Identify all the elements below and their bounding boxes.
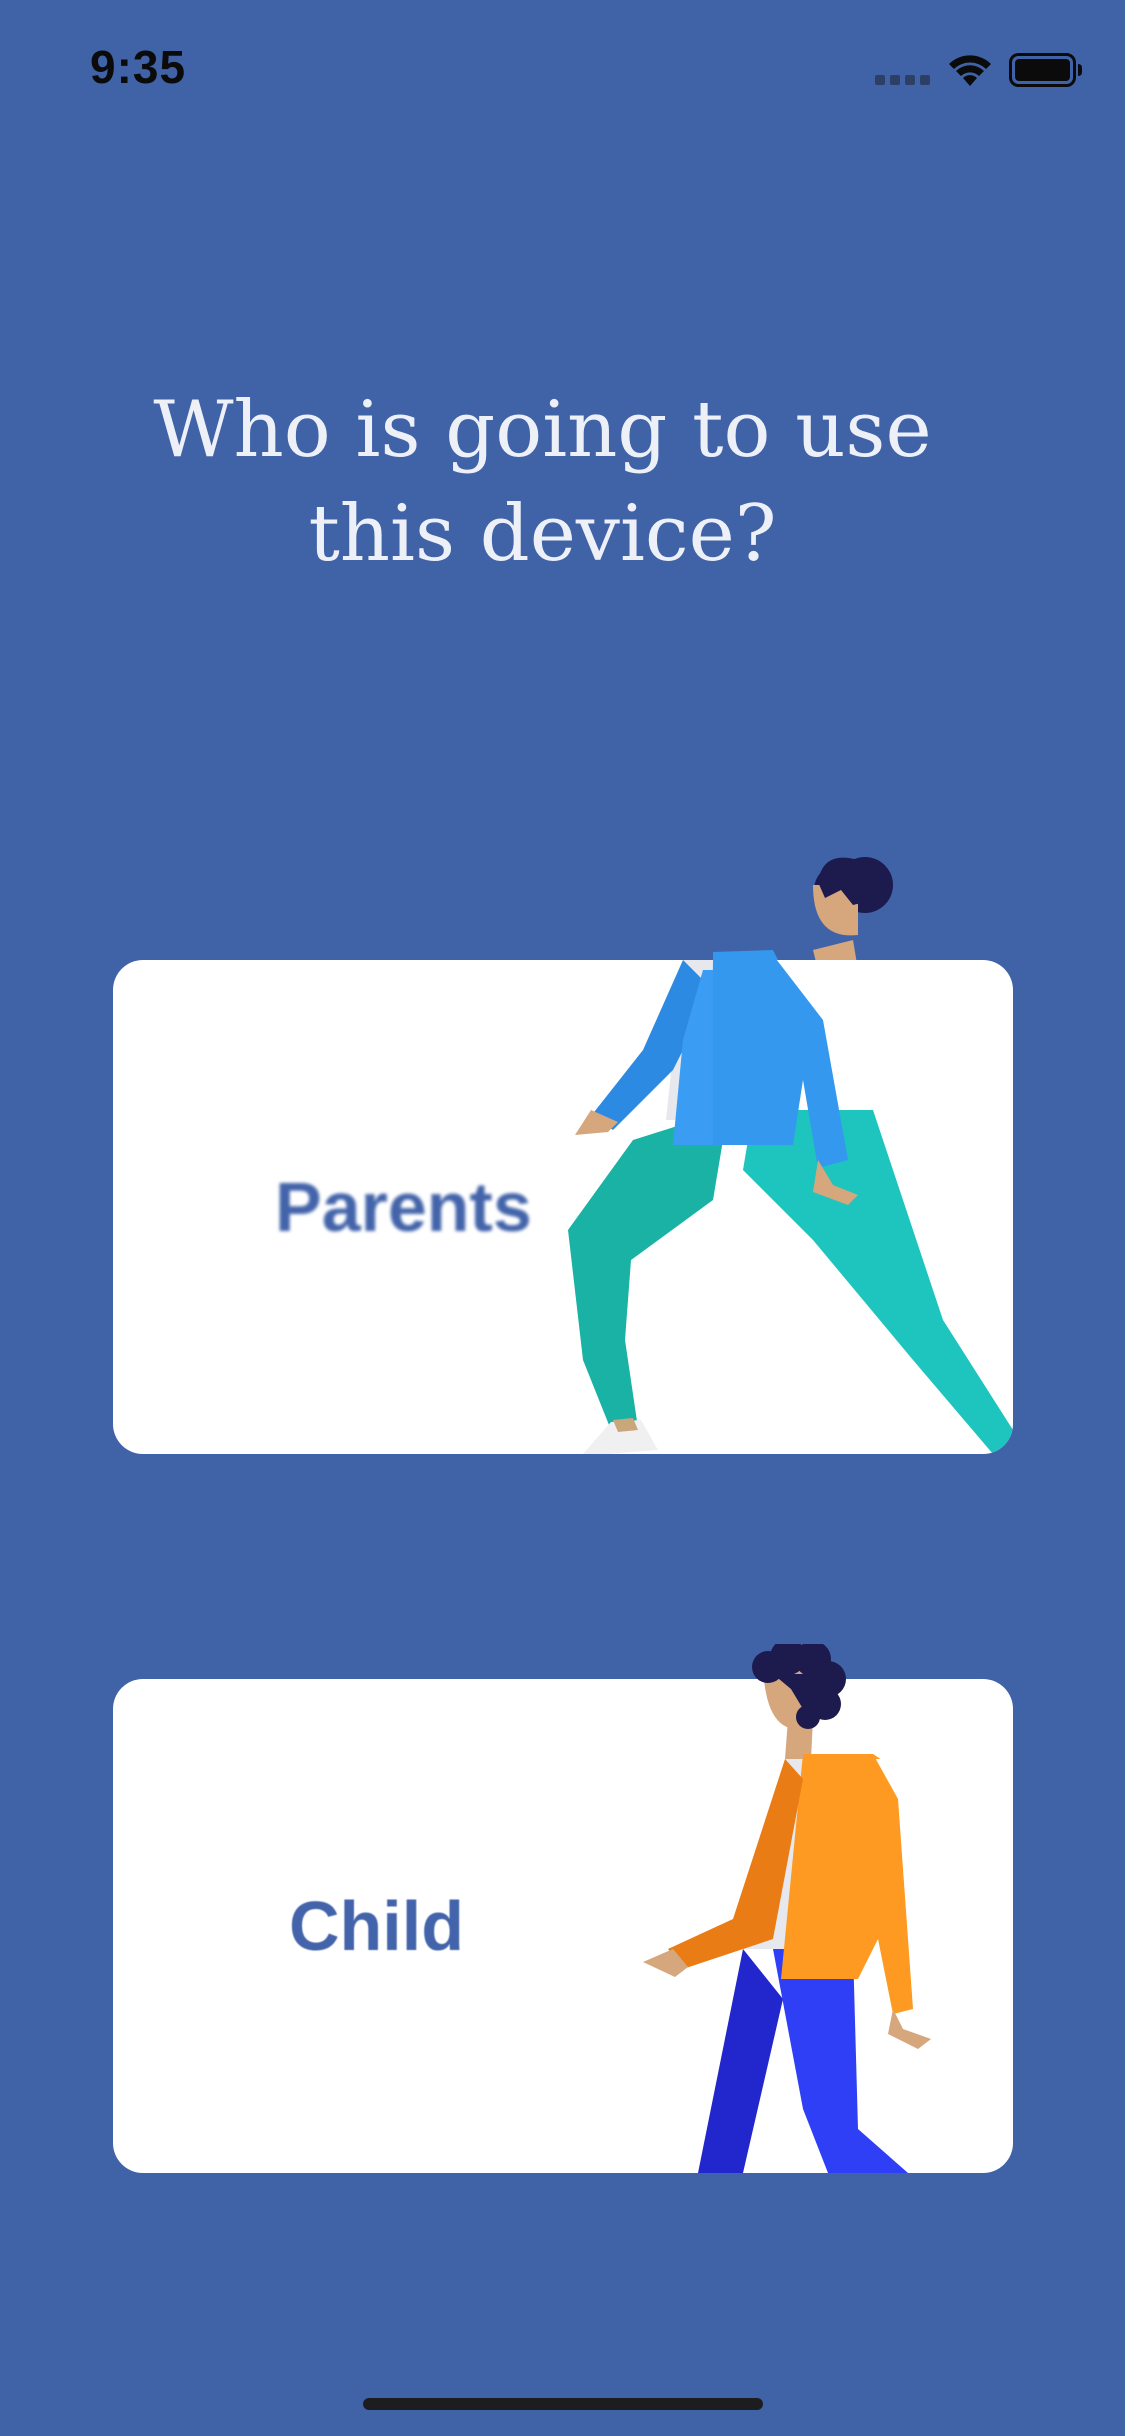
child-option-card[interactable]: Child — [113, 1644, 1013, 2173]
parents-label: Parents — [275, 1168, 532, 1246]
parents-card-surface: Parents — [113, 960, 1013, 1454]
status-time: 9:35 — [90, 41, 187, 93]
battery-icon — [1009, 53, 1082, 87]
status-icons — [875, 48, 1083, 92]
wifi-icon — [949, 55, 991, 86]
cellular-signal-icon — [875, 75, 930, 85]
page-title-line-2: this device? — [308, 489, 777, 579]
home-indicator[interactable] — [363, 2398, 763, 2410]
child-card-surface: Child — [113, 1679, 1013, 2173]
parents-option-card[interactable]: Parents — [113, 857, 1013, 1454]
page-title: Who is going to use this device? — [0, 378, 1085, 586]
page-title-line-1: Who is going to use — [153, 385, 932, 475]
walking-woman-illustration — [568, 960, 1013, 1454]
walking-child-illustration — [643, 1754, 931, 2173]
child-label: Child — [289, 1887, 464, 1965]
walking-woman-head — [713, 857, 893, 960]
status-bar: 9:35 — [0, 0, 1125, 132]
